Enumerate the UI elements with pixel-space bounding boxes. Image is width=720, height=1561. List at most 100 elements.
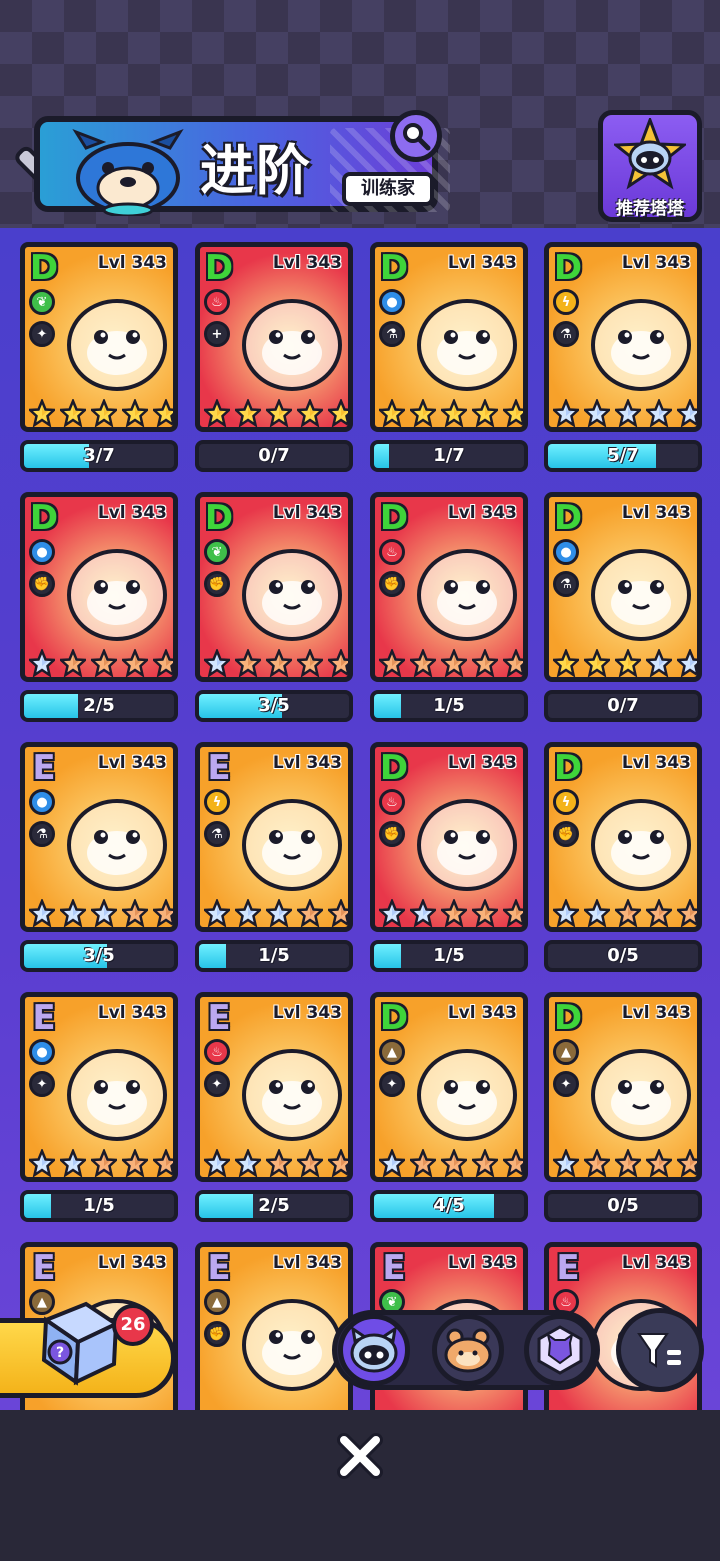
melee-role-icon: ✊ xyxy=(29,571,55,597)
page-subtitle: 训练家 xyxy=(342,172,434,206)
grade-letter: E xyxy=(32,1248,56,1288)
shard-progress-bar: 1/5 xyxy=(370,940,528,972)
close-button[interactable] xyxy=(334,1430,386,1482)
shard-progress-bar: 0/7 xyxy=(544,690,702,722)
melee-role-icon: ✊ xyxy=(379,571,405,597)
card-level: Lvl 343 xyxy=(97,253,167,273)
tower-card[interactable]: E Lvl 343 ● ⚗ 3/5 xyxy=(20,742,178,974)
filter-sort-button[interactable] xyxy=(616,1308,704,1392)
shard-progress-bar: 5/7 xyxy=(544,440,702,472)
hamster-tab[interactable] xyxy=(432,1314,504,1386)
tower-card[interactable]: D Lvl 343 ● ⚗ 0/7 xyxy=(544,492,702,724)
water-element-icon: ● xyxy=(29,789,55,815)
tower-card[interactable]: E Lvl 343 ϟ ⚗ 1/5 xyxy=(195,742,353,974)
grade-letter: E xyxy=(207,1248,231,1288)
bronze-star-icon xyxy=(91,649,117,677)
card-portrait: D Lvl 343 ♨ + xyxy=(195,242,353,432)
bronze-star-icon xyxy=(60,649,86,677)
support-role-icon: ⚗ xyxy=(553,321,579,347)
mystery-box-icon[interactable]: ? xyxy=(36,1290,122,1386)
tower-card[interactable]: D Lvl 343 ● ✊ 2/5 xyxy=(20,492,178,724)
star-rating xyxy=(551,1149,697,1177)
tower-card[interactable]: D Lvl 343 ▲ ✦ 0/5 xyxy=(544,992,702,1224)
creature-art xyxy=(591,299,691,391)
melee-role-icon: ✊ xyxy=(553,821,579,847)
svg-text:?: ? xyxy=(56,1345,64,1361)
card-level: Lvl 343 xyxy=(621,1253,691,1273)
fire-element-icon: ♨ xyxy=(204,1039,230,1065)
filter-icon xyxy=(637,1333,681,1368)
card-level: Lvl 343 xyxy=(272,753,342,773)
tower-card[interactable]: D Lvl 343 ♨ ✊ 1/5 xyxy=(370,492,528,724)
tower-card[interactable]: D Lvl 343 ▲ ✦ 4/5 xyxy=(370,992,528,1224)
tower-card[interactable]: D Lvl 343 ϟ ✊ 0/5 xyxy=(544,742,702,974)
nature-element-icon: ❦ xyxy=(29,289,55,315)
bronze-star-icon xyxy=(328,1149,348,1177)
recommend-tower-button[interactable]: 推荐塔塔 xyxy=(598,110,702,222)
close-icon xyxy=(337,1433,383,1479)
gold-star-icon xyxy=(204,399,230,427)
grade-letter: E xyxy=(32,998,56,1038)
card-level: Lvl 343 xyxy=(97,1253,167,1273)
tower-card[interactable]: D Lvl 343 ● ⚗ 1/7 xyxy=(370,242,528,474)
bronze-star-icon xyxy=(472,1149,498,1177)
tower-tab[interactable] xyxy=(338,1314,410,1386)
electric-element-icon: ϟ xyxy=(553,789,579,815)
creature-art xyxy=(591,549,691,641)
bronze-star-icon xyxy=(153,649,173,677)
card-portrait: E Lvl 343 ϟ ⚗ xyxy=(195,742,353,932)
search-icon xyxy=(403,123,431,151)
shard-progress-bar: 3/5 xyxy=(195,690,353,722)
shard-progress-text: 1/5 xyxy=(258,945,290,966)
gold-star-icon xyxy=(615,649,641,677)
tower-card[interactable]: D Lvl 343 ϟ ⚗ 5/7 xyxy=(544,242,702,474)
tower-card[interactable]: D Lvl 343 ♨ + 0/7 xyxy=(195,242,353,474)
bronze-star-icon xyxy=(266,1149,292,1177)
star-rating xyxy=(27,899,173,927)
crystal-cat-tab[interactable] xyxy=(524,1314,596,1386)
card-portrait: D Lvl 343 ❦ ✦ xyxy=(20,242,178,432)
star-rating xyxy=(551,899,697,927)
shard-progress-bar: 1/5 xyxy=(370,690,528,722)
card-level: Lvl 343 xyxy=(621,753,691,773)
grade-letter: D xyxy=(553,998,583,1038)
tower-card[interactable]: E Lvl 343 ● ✦ 1/5 xyxy=(20,992,178,1224)
silver-star-icon xyxy=(235,899,261,927)
bronze-star-icon xyxy=(472,899,498,927)
fire-element-icon: ♨ xyxy=(379,789,405,815)
gold-star-icon xyxy=(379,399,405,427)
bronze-star-icon xyxy=(91,1149,117,1177)
bronze-star-icon xyxy=(615,1149,641,1177)
tower-card[interactable]: D Lvl 343 ❦ ✊ 3/5 xyxy=(195,492,353,724)
bronze-star-icon xyxy=(297,899,323,927)
melee-role-icon: ✊ xyxy=(204,571,230,597)
creature-art xyxy=(67,549,167,641)
card-level: Lvl 343 xyxy=(272,1003,342,1023)
shard-progress-text: 0/7 xyxy=(258,445,290,466)
search-button[interactable] xyxy=(390,110,442,162)
creature-art xyxy=(242,1049,342,1141)
card-portrait: D Lvl 343 ▲ ✦ xyxy=(544,992,702,1182)
melee-role-icon: ✊ xyxy=(204,1321,230,1347)
creature-art xyxy=(591,799,691,891)
summon-role-icon: ✦ xyxy=(204,1071,230,1097)
bronze-star-icon xyxy=(441,899,467,927)
silver-star-icon xyxy=(60,899,86,927)
star-rating xyxy=(202,399,348,427)
star-rating xyxy=(377,899,523,927)
gold-star-icon xyxy=(472,399,498,427)
shard-progress-bar: 0/7 xyxy=(195,440,353,472)
water-element-icon: ● xyxy=(553,539,579,565)
cat-tower-icon xyxy=(350,1327,398,1373)
card-portrait: E Lvl 343 ● ✦ xyxy=(20,992,178,1182)
card-level: Lvl 343 xyxy=(447,1003,517,1023)
silver-star-icon xyxy=(204,899,230,927)
tower-card[interactable]: D Lvl 343 ♨ ✊ 1/5 xyxy=(370,742,528,974)
gold-star-icon xyxy=(410,399,436,427)
tower-card[interactable]: D Lvl 343 ❦ ✦ 3/7 xyxy=(20,242,178,474)
tower-card[interactable]: E Lvl 343 ♨ ✦ 2/5 xyxy=(195,992,353,1224)
bronze-star-icon xyxy=(153,899,173,927)
star-rating xyxy=(551,399,697,427)
bronze-star-icon xyxy=(153,1149,173,1177)
shard-progress-text: 1/5 xyxy=(83,1195,115,1216)
